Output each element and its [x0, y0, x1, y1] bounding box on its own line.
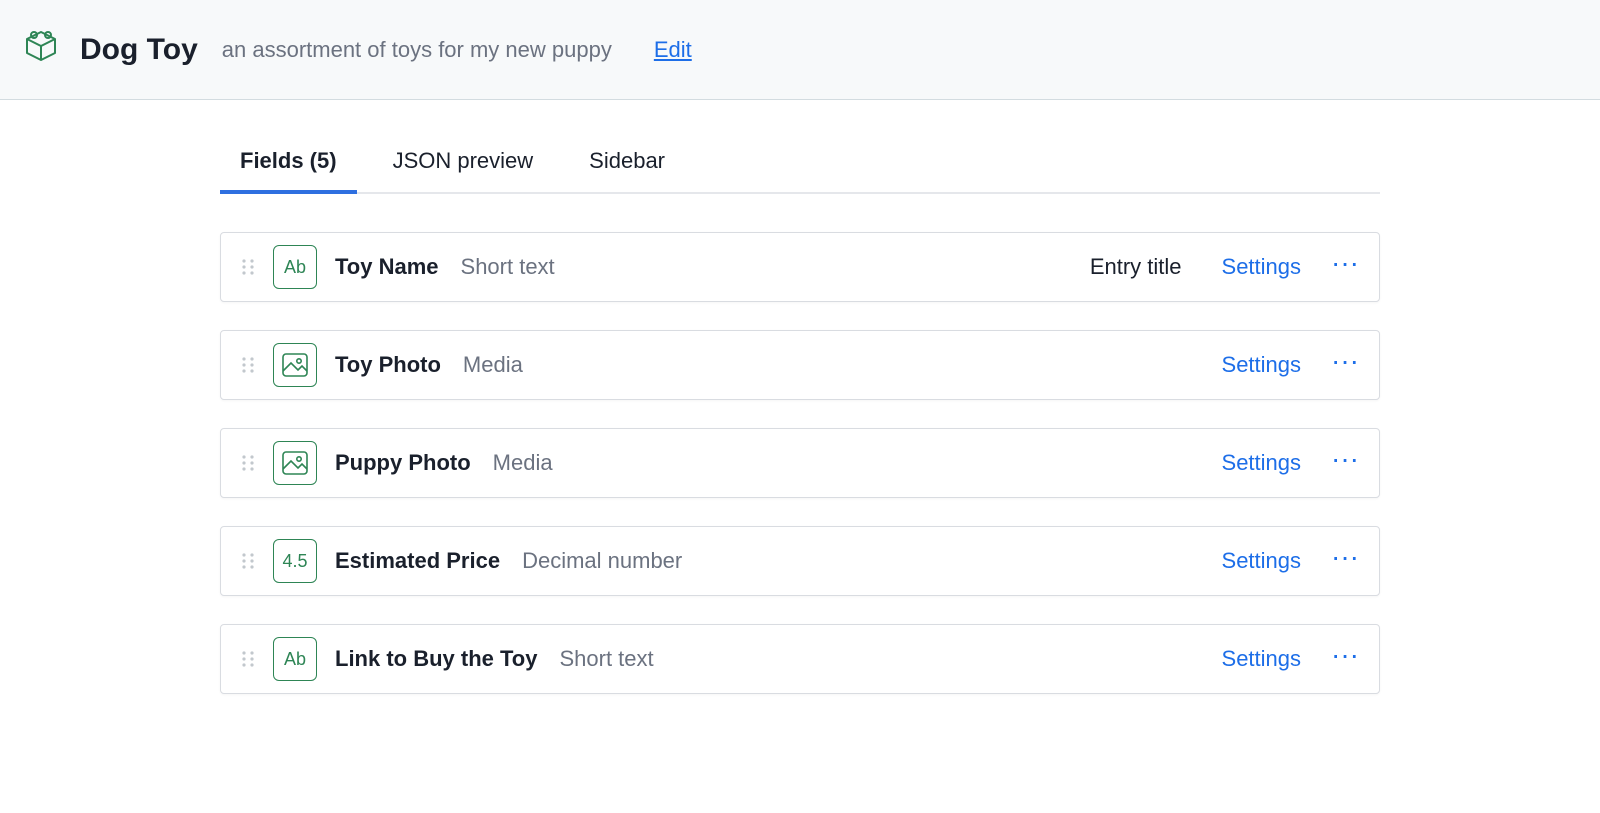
field-row[interactable]: Puppy Photo Media Settings ··· [220, 428, 1380, 498]
field-row[interactable]: Ab Toy Name Short text Entry title Settings ·… [220, 232, 1380, 302]
tab-fields[interactable]: Fields (5) [240, 148, 337, 192]
drag-handle-icon[interactable] [241, 257, 255, 277]
fields-list: Ab Toy Name Short text Entry title Settings ·… [220, 232, 1380, 694]
page-description: an assortment of toys for my new puppy [222, 37, 612, 63]
drag-handle-icon[interactable] [241, 355, 255, 375]
text-icon: Ab [273, 245, 317, 289]
settings-link[interactable]: Settings [1222, 352, 1302, 378]
drag-handle-icon[interactable] [241, 649, 255, 669]
field-name: Toy Name [335, 254, 439, 280]
field-type: Short text [461, 254, 555, 280]
entry-title-badge: Entry title [1090, 254, 1182, 280]
field-type: Media [493, 450, 553, 476]
settings-link[interactable]: Settings [1222, 548, 1302, 574]
field-name: Link to Buy the Toy [335, 646, 537, 672]
tabs: Fields (5) JSON preview Sidebar [220, 148, 1380, 194]
media-icon [273, 343, 317, 387]
field-type: Short text [559, 646, 653, 672]
settings-link[interactable]: Settings [1222, 254, 1302, 280]
decimal-icon: 4.5 [273, 539, 317, 583]
drag-handle-icon[interactable] [241, 453, 255, 473]
field-type: Decimal number [522, 548, 682, 574]
text-icon-label: Ab [284, 649, 306, 670]
more-actions-icon[interactable]: ··· [1331, 543, 1359, 579]
field-type: Media [463, 352, 523, 378]
settings-link[interactable]: Settings [1222, 450, 1302, 476]
field-row[interactable]: Toy Photo Media Settings ··· [220, 330, 1380, 400]
page-header: Dog Toy an assortment of toys for my new… [0, 0, 1600, 100]
more-actions-icon[interactable]: ··· [1331, 445, 1359, 481]
more-actions-icon[interactable]: ··· [1331, 641, 1359, 677]
page-title: Dog Toy [80, 33, 198, 67]
decimal-icon-label: 4.5 [282, 551, 307, 572]
field-name: Estimated Price [335, 548, 500, 574]
field-row[interactable]: Ab Link to Buy the Toy Short text Settings ·… [220, 624, 1380, 694]
more-actions-icon[interactable]: ··· [1331, 249, 1359, 285]
settings-link[interactable]: Settings [1222, 646, 1302, 672]
content-area: Fields (5) JSON preview Sidebar Ab Toy Na… [220, 100, 1380, 694]
field-row[interactable]: 4.5 Estimated Price Decimal number Settings… [220, 526, 1380, 596]
media-icon [273, 441, 317, 485]
text-icon: Ab [273, 637, 317, 681]
text-icon-label: Ab [284, 257, 306, 278]
edit-link[interactable]: Edit [654, 37, 692, 63]
more-actions-icon[interactable]: ··· [1331, 347, 1359, 383]
tab-json-preview[interactable]: JSON preview [393, 148, 534, 192]
field-name: Toy Photo [335, 352, 441, 378]
content-type-icon [20, 26, 62, 73]
field-name: Puppy Photo [335, 450, 471, 476]
tab-sidebar[interactable]: Sidebar [589, 148, 665, 192]
drag-handle-icon[interactable] [241, 551, 255, 571]
